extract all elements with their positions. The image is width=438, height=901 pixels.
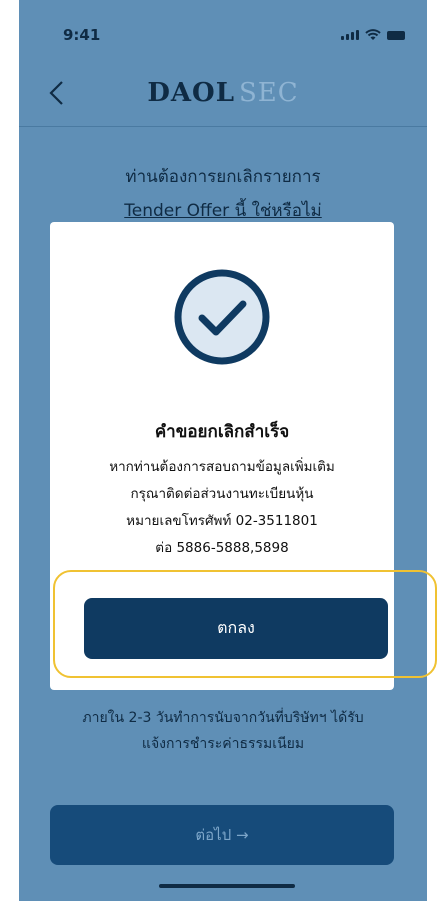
dialog-line-3: หมายเลขโทรศัพท์ 02-3511801 [126,513,318,529]
dialog-line-4: ต่อ 5886-5888,5898 [155,540,289,556]
status-time: 9:41 [63,26,101,44]
dialog-line-2: กรุณาติดต่อส่วนงานทะเบียนหุ้น [130,486,314,502]
dialog-title: คำขอยกเลิกสำเร็จ [154,422,290,442]
footer-note-line-2: แจ้งการชำระค่าธรรมเนียม [141,736,305,752]
next-button[interactable]: ต่อไป → [50,805,394,865]
wifi-icon [365,29,381,40]
footer-note-line-1: ภายใน 2-3 วันทำการนับจากวันที่บริษัทฯ ได… [82,710,364,726]
logo-primary: DAOL [147,78,235,108]
check-circle-icon [172,267,272,367]
ok-button[interactable]: ตกลง [84,598,388,659]
status-icons [341,29,405,41]
logo-secondary: SEC [238,78,299,108]
dialog-message: หากท่านต้องการสอบถามข้อมูลเพิ่มเติม กรุณ… [50,454,394,562]
footer-note: ภายใน 2-3 วันทำการนับจากวันที่บริษัทฯ ได… [19,705,427,757]
home-indicator [159,884,295,888]
signal-icon [341,30,359,40]
question-line-1: ท่านต้องการยกเลิกรายการ [125,167,321,187]
dialog-line-1: หากท่านต้องการสอบถามข้อมูลเพิ่มเติม [109,459,335,475]
nav-bar: DAOL SEC [19,70,427,127]
brand-logo: DAOL SEC [19,78,427,108]
battery-icon [387,30,405,40]
phone-screen: 9:41 DAOL SEC ท่านต้องการยกเลิกรายการ Ten… [19,0,427,901]
question-text: ท่านต้องการยกเลิกรายการ Tender Offer นี้… [19,160,427,228]
status-bar: 9:41 [19,0,427,70]
